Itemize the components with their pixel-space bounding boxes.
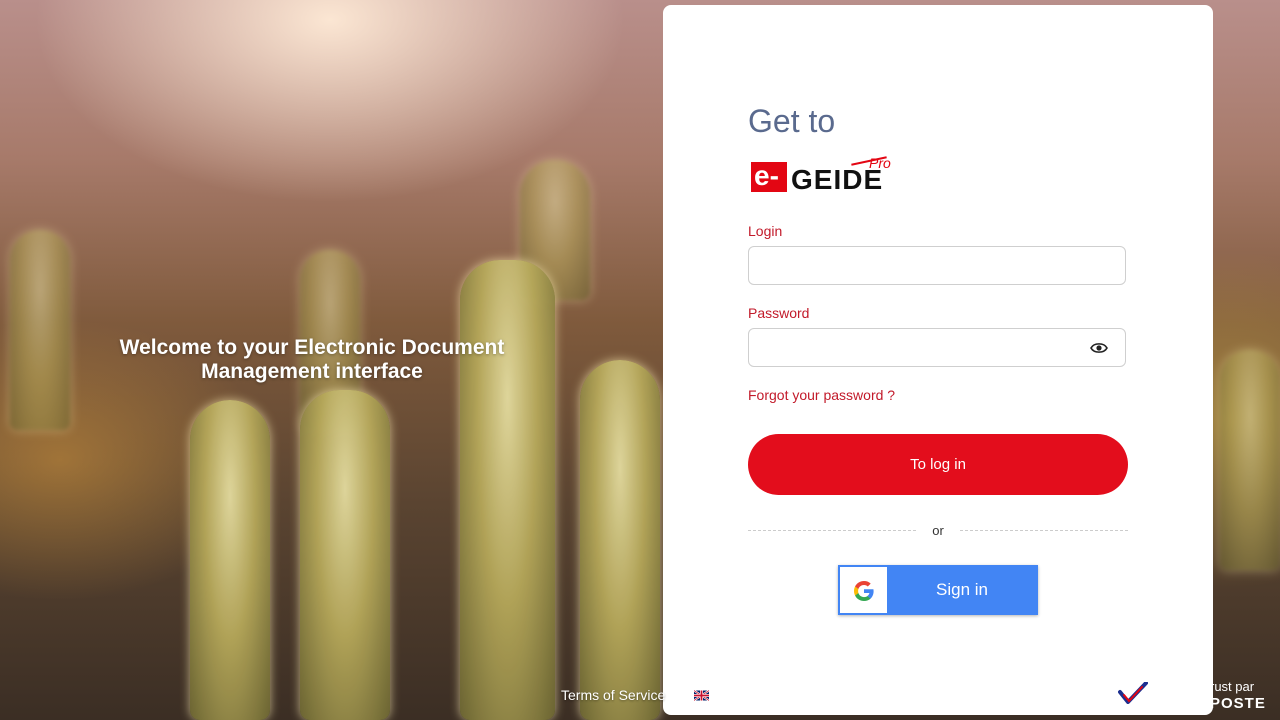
logo-pro: Pro xyxy=(869,155,891,171)
welcome-line-2: Management interface xyxy=(201,360,423,383)
background-cactus xyxy=(1220,350,1280,570)
separator-line-left xyxy=(748,530,916,531)
welcome-line-1: Welcome to your Electronic Document xyxy=(119,336,505,359)
password-label: Password xyxy=(748,305,810,321)
background-cactus xyxy=(190,400,270,720)
terms-of-service-link[interactable]: Terms of Service xyxy=(561,687,665,703)
forgot-password-link[interactable]: Forgot your password ? xyxy=(748,387,895,403)
uk-flag-icon[interactable] xyxy=(694,690,709,701)
trust-label: rust par xyxy=(1210,679,1255,694)
eye-icon[interactable] xyxy=(1090,341,1108,355)
password-input[interactable] xyxy=(748,328,1126,367)
background-cactus xyxy=(580,360,660,720)
trust-check-icon xyxy=(1118,682,1148,704)
google-icon xyxy=(854,581,874,601)
google-sign-in-label: Sign in xyxy=(936,580,988,599)
background-cactus xyxy=(300,390,390,720)
poste-label: POSTE xyxy=(1210,695,1266,712)
background-cactus xyxy=(10,230,70,430)
login-label: Login xyxy=(748,223,783,239)
login-input[interactable] xyxy=(748,246,1126,285)
separator-or: or xyxy=(932,523,944,538)
background-cactus xyxy=(460,260,555,720)
page-title: Get to xyxy=(748,103,836,139)
welcome-message: Welcome to your Electronic Document Mana… xyxy=(82,336,542,384)
google-icon-box xyxy=(840,567,887,613)
logo-e-mark: e- xyxy=(751,162,787,192)
login-card: Get to e- GEIDE Pro Login Password Forgo… xyxy=(663,5,1213,715)
egeide-logo: e- GEIDE Pro xyxy=(751,155,911,201)
separator-line-right xyxy=(960,530,1128,531)
google-sign-in-button[interactable]: Sign in xyxy=(838,565,1038,615)
login-button[interactable]: To log in xyxy=(748,434,1128,495)
